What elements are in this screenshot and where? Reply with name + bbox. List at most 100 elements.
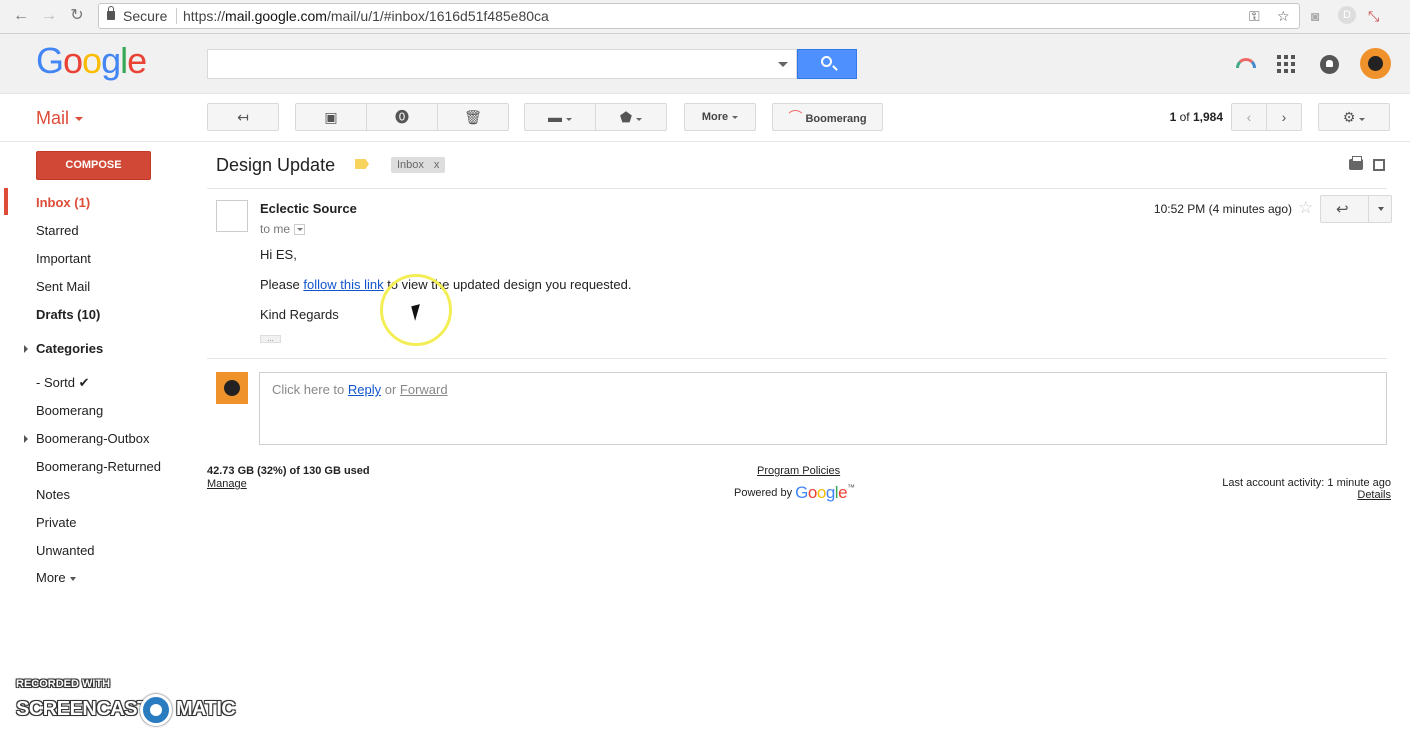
- sidebar-item-boomerang-returned[interactable]: Boomerang-Returned: [36, 459, 161, 474]
- expand-arrow-icon[interactable]: [24, 345, 28, 353]
- older-button[interactable]: ›: [1266, 103, 1302, 131]
- show-trimmed-content-button[interactable]: ...: [260, 335, 281, 343]
- reply-avatar: [216, 372, 248, 404]
- boomerang-rainbow-icon[interactable]: [1236, 58, 1256, 68]
- sidebar-item-categories[interactable]: Categories: [36, 341, 103, 356]
- divider: [207, 358, 1387, 359]
- details-link[interactable]: Details: [1357, 489, 1391, 501]
- more-actions-button[interactable]: More: [684, 103, 756, 131]
- search-options-icon[interactable]: [778, 62, 788, 67]
- print-icon[interactable]: [1349, 156, 1363, 170]
- sidebar-item-more[interactable]: More: [36, 570, 76, 585]
- sidebar-item-boomerang-outbox[interactable]: Boomerang-Outbox: [36, 431, 149, 446]
- mail-toolbar: Mail ↤ ▣ ⓿ 🗑 ▬ ⬟ More ⌒ Boomerang 1 of 1…: [0, 94, 1410, 142]
- bookmark-star-icon[interactable]: ☆: [1277, 6, 1290, 26]
- watermark-recorded-with: RECORDED WITH: [16, 678, 111, 690]
- manage-storage-link[interactable]: Manage: [207, 478, 247, 490]
- sidebar-item-unwanted[interactable]: Unwanted: [36, 543, 95, 558]
- importance-marker-icon[interactable]: [355, 159, 369, 169]
- mail-switcher[interactable]: Mail: [36, 108, 84, 129]
- divider: [207, 188, 1387, 189]
- delete-button[interactable]: 🗑: [437, 103, 509, 131]
- profile-icon[interactable]: D: [1338, 6, 1356, 24]
- lock-icon: [107, 6, 115, 20]
- sidebar-item-boomerang[interactable]: Boomerang: [36, 403, 103, 418]
- logo-letter: e: [127, 40, 147, 81]
- sidebar-item-sent-mail[interactable]: Sent Mail: [36, 279, 90, 294]
- chevron-left-icon: ‹: [1246, 109, 1252, 125]
- logo-letter: o: [63, 40, 83, 81]
- settings-button[interactable]: ⚙: [1318, 103, 1390, 131]
- chevron-right-icon: ›: [1281, 109, 1287, 125]
- remove-label-icon[interactable]: x: [434, 159, 440, 171]
- message-time: 10:52 PM (4 minutes ago): [1153, 202, 1292, 216]
- extension-icon[interactable]: ⤡: [1368, 6, 1379, 26]
- expand-arrow-icon[interactable]: [24, 435, 28, 443]
- chevron-down-icon: [69, 576, 76, 581]
- body-signoff: Kind Regards: [260, 307, 339, 322]
- watermark-screencast: SCREENCAST: [16, 698, 149, 720]
- manage-link: Manage: [207, 478, 247, 490]
- back-to-inbox-button[interactable]: ↤: [207, 103, 279, 131]
- sidebar-item-notes[interactable]: Notes: [36, 487, 70, 502]
- move-to-button[interactable]: ▬: [524, 103, 596, 131]
- sidebar-item-drafts[interactable]: Drafts (10): [36, 307, 100, 322]
- chevron-down-icon: [566, 117, 572, 121]
- details-link-wrap: Details: [1300, 489, 1391, 501]
- notifications-bell-icon[interactable]: [1320, 55, 1339, 74]
- body-greeting: Hi ES,: [260, 247, 297, 262]
- star-icon[interactable]: ☆: [1298, 198, 1313, 218]
- sender-name[interactable]: Eclectic Source: [260, 201, 357, 216]
- report-spam-button[interactable]: ⓿: [366, 103, 438, 131]
- chevron-down-icon: [636, 117, 643, 121]
- sidebar-item-sortd[interactable]: - Sortd ✔: [36, 375, 90, 391]
- spam-icon: ⓿: [395, 109, 409, 125]
- archive-icon: ▣: [324, 109, 338, 125]
- labels-button[interactable]: ⬟: [595, 103, 667, 131]
- camera-icon[interactable]: ◙: [1311, 6, 1319, 26]
- apps-grid-icon[interactable]: [1277, 55, 1295, 73]
- newer-button[interactable]: ‹: [1231, 103, 1267, 131]
- search-button[interactable]: [797, 49, 857, 79]
- reply-link[interactable]: Reply: [348, 382, 381, 397]
- account-avatar[interactable]: [1360, 48, 1391, 79]
- sidebar-item-important[interactable]: Important: [36, 251, 91, 266]
- program-policies: Program Policies: [757, 465, 840, 477]
- reply-arrow-icon[interactable]: ↩: [1336, 200, 1349, 218]
- chevron-down-icon: [1359, 117, 1366, 121]
- active-nav-indicator: [4, 188, 8, 215]
- back-arrow-icon: ↤: [237, 109, 249, 125]
- new-window-icon[interactable]: [1373, 159, 1385, 171]
- back-arrow-icon[interactable]: ←: [10, 5, 32, 27]
- sender-avatar: [216, 200, 248, 232]
- reply-button-group[interactable]: ↩: [1320, 195, 1392, 223]
- compose-button[interactable]: COMPOSE: [36, 151, 151, 180]
- url-text: https://mail.google.com/mail/u/1/#inbox/…: [183, 8, 549, 24]
- follow-link[interactable]: follow this link: [303, 277, 383, 292]
- sidebar-item-private[interactable]: Private: [36, 515, 76, 530]
- chevron-down-icon: [732, 115, 739, 119]
- google-wordmark: Google: [795, 483, 848, 502]
- gmail-header: Google: [0, 34, 1410, 94]
- reply-hint: Click here to Reply or Forward: [272, 382, 448, 397]
- key-icon[interactable]: ⚿: [1249, 6, 1260, 26]
- reply-box[interactable]: Click here to Reply or Forward: [259, 372, 1387, 445]
- trash-icon: 🗑: [464, 109, 482, 125]
- search-input[interactable]: [207, 49, 797, 79]
- storage-usage: 42.73 GB (32%) of 130 GB used: [207, 465, 370, 477]
- chevron-down-icon: [75, 117, 84, 122]
- forward-link[interactable]: Forward: [400, 382, 448, 397]
- sidebar-item-starred[interactable]: Starred: [36, 223, 79, 238]
- show-details-icon[interactable]: [294, 224, 306, 236]
- chevron-down-icon[interactable]: [1378, 207, 1384, 211]
- folder-icon: ▬: [548, 109, 562, 125]
- program-policies-link[interactable]: Program Policies: [757, 465, 840, 477]
- boomerang-button[interactable]: ⌒ Boomerang: [772, 103, 883, 131]
- reload-icon[interactable]: ↻: [66, 5, 88, 27]
- forward-arrow-icon[interactable]: →: [38, 5, 60, 27]
- google-logo[interactable]: Google: [36, 40, 147, 82]
- url-separator: [176, 8, 177, 24]
- archive-button[interactable]: ▣: [295, 103, 367, 131]
- sidebar-item-inbox[interactable]: Inbox (1): [36, 195, 90, 210]
- address-bar[interactable]: Secure https://mail.google.com/mail/u/1/…: [98, 3, 1300, 29]
